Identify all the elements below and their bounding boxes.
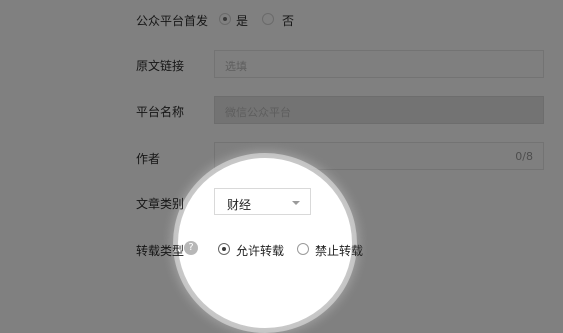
category-selected-value: 财经 (227, 198, 252, 212)
platform-name-input: 微信公众平台 (214, 96, 544, 124)
source-link-placeholder: 选填 (225, 60, 247, 73)
first-publish-yes-radio[interactable] (219, 13, 231, 25)
source-link-input[interactable]: 选填 (214, 50, 544, 78)
category-label: 文章类别 (136, 197, 185, 211)
source-link-label: 原文链接 (136, 59, 185, 73)
first-publish-yes-label[interactable]: 是 (236, 12, 248, 29)
author-char-counter: 0/8 (515, 150, 533, 163)
first-publish-row: 公众平台首发 是 否 (0, 10, 563, 30)
repost-type-row: 转载类型 ? 允许转载 禁止转载 (0, 240, 563, 260)
repost-forbid-radio[interactable] (297, 243, 309, 255)
repost-allow-label[interactable]: 允许转载 (236, 242, 284, 259)
repost-forbid-label[interactable]: 禁止转载 (315, 242, 363, 259)
repost-type-label: 转载类型 (136, 244, 185, 258)
platform-name-value: 微信公众平台 (225, 106, 291, 119)
platform-name-label: 平台名称 (136, 105, 185, 119)
first-publish-no-label[interactable]: 否 (282, 12, 294, 29)
platform-name-row: 平台名称 微信公众平台 (0, 96, 563, 126)
category-row: 文章类别 财经 (0, 188, 563, 218)
category-select[interactable]: 财经 (214, 188, 311, 215)
question-circle-icon[interactable]: ? (184, 241, 198, 255)
repost-allow-radio[interactable] (218, 243, 230, 255)
first-publish-no-radio[interactable] (262, 13, 274, 25)
author-label: 作者 (136, 152, 161, 166)
caret-down-icon (292, 201, 300, 205)
source-link-row: 原文链接 选填 (0, 50, 563, 80)
first-publish-label: 公众平台首发 (136, 14, 209, 28)
